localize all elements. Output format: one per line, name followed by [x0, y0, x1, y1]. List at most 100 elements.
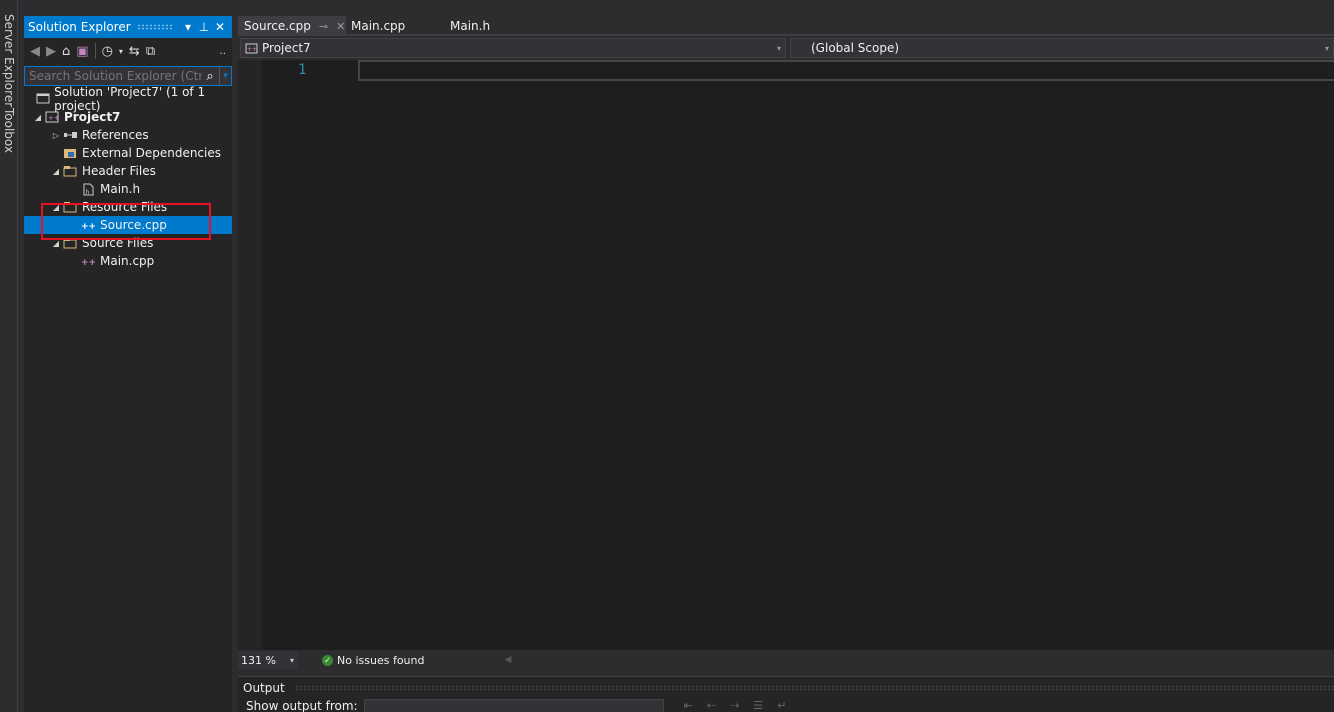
solution-explorer-title-bar: Solution Explorer ▾ ⊥ ✕: [24, 16, 232, 38]
show-output-from-label: Show output from:: [246, 699, 358, 712]
search-options-dropdown-icon[interactable]: ▾: [219, 67, 231, 85]
svg-text:++: ++: [81, 258, 95, 267]
toolbar-overflow-icon[interactable]: ‥: [219, 46, 226, 57]
output-source-dropdown[interactable]: [363, 699, 664, 712]
tree-item-main-cpp[interactable]: ++ Main.cpp: [24, 252, 232, 270]
svg-text:++: ++: [48, 114, 59, 122]
panel-title: Solution Explorer: [28, 20, 131, 34]
svg-text:h: h: [86, 189, 90, 196]
tree-item-source-cpp[interactable]: ++ Source.cpp: [24, 216, 232, 234]
editor-margin: [238, 60, 262, 650]
chevron-down-icon: ▾: [289, 655, 294, 665]
tab-main-h[interactable]: Main.h: [444, 16, 496, 36]
tree-item-label: References: [82, 128, 149, 142]
tab-label: Main.h: [450, 19, 491, 33]
checkmark-icon: ✓: [322, 654, 333, 666]
switch-views-icon[interactable]: ▣: [76, 44, 88, 59]
tree-item-label: Main.cpp: [100, 254, 155, 268]
tree-item-header-files[interactable]: ◢ Header Files: [24, 162, 232, 180]
search-box: ⌕ ▾: [24, 66, 232, 86]
tree-item-main-h[interactable]: h Main.h: [24, 180, 232, 198]
folder-filter-icon: [62, 164, 78, 178]
navigation-bar: ++ Project7 ▾ (Global Scope) ▾: [238, 38, 1334, 58]
code-editor[interactable]: 1: [238, 60, 1334, 650]
tab-source-cpp[interactable]: Source.cpp ⊸ ✕: [238, 16, 346, 36]
expanded-arrow-icon[interactable]: ◢: [50, 239, 62, 248]
close-icon[interactable]: ✕: [212, 20, 228, 34]
svg-text:++: ++: [81, 222, 95, 231]
zoom-value: 131 %: [241, 653, 276, 667]
tree-item-label: Source.cpp: [100, 218, 167, 232]
search-icon[interactable]: ⌕: [201, 69, 219, 84]
tree-item-resource-files[interactable]: ◢ Resource Files: [24, 198, 232, 216]
scroll-left-icon[interactable]: ◀: [504, 655, 511, 665]
toolbox-tab[interactable]: Toolbox: [2, 108, 16, 153]
pin-icon[interactable]: ⊸: [319, 20, 328, 33]
output-title-bar: Output: [238, 677, 1334, 699]
next-message-icon[interactable]: ⇢: [730, 699, 739, 712]
tree-item-label: External Dependencies: [82, 146, 222, 160]
tree-item-label: Header Files: [82, 164, 156, 178]
tree-item-external-dependencies[interactable]: External Dependencies: [24, 144, 232, 162]
drag-grip[interactable]: [294, 685, 1334, 691]
tree-item-label: Project7: [64, 110, 121, 124]
scope-dropdown[interactable]: (Global Scope) ▾: [790, 38, 1334, 58]
project-dropdown-value: Project7: [262, 41, 311, 55]
tab-main-cpp[interactable]: Main.cpp: [345, 16, 411, 36]
forward-icon[interactable]: ▶: [46, 44, 56, 59]
output-toolbar: Show output from: ⇤ ⇠ ⇢ ☰ ↵: [238, 699, 1334, 712]
tree-item-solution[interactable]: Solution 'Project7' (1 of 1 project): [24, 85, 232, 113]
home-icon[interactable]: ⌂: [62, 44, 70, 59]
cpp-project-icon: ++: [245, 43, 258, 54]
window-position-dropdown-icon[interactable]: ▾: [180, 20, 196, 34]
clear-all-icon[interactable]: ☰: [753, 699, 763, 712]
document-tab-well: Source.cpp ⊸ ✕ Main.cpp Main.h: [238, 16, 1334, 36]
zoom-dropdown[interactable]: 131 % ▾: [238, 651, 298, 669]
references-icon: [62, 128, 78, 142]
previous-message-icon[interactable]: ⇠: [707, 699, 716, 712]
project-dropdown[interactable]: ++ Project7 ▾: [240, 38, 786, 58]
issues-text: No issues found: [337, 653, 425, 667]
expanded-arrow-icon[interactable]: ◢: [50, 167, 62, 176]
expanded-arrow-icon[interactable]: ◢: [50, 203, 62, 212]
header-file-icon: h: [80, 182, 96, 196]
output-toolbar-icons: ⇤ ⇠ ⇢ ☰ ↵: [684, 699, 787, 712]
tree-item-project[interactable]: ◢ ++ Project7: [24, 108, 232, 126]
word-wrap-icon[interactable]: ↵: [777, 699, 786, 712]
chevron-down-icon: ▾: [1324, 43, 1329, 53]
pending-changes-filter-icon[interactable]: ◷: [102, 44, 113, 59]
solution-icon: [36, 92, 50, 106]
tree-item-references[interactable]: ▷ References: [24, 126, 232, 144]
tab-label: Main.cpp: [351, 19, 406, 33]
expanded-arrow-icon[interactable]: ◢: [32, 113, 44, 122]
find-message-icon[interactable]: ⇤: [684, 699, 693, 712]
scope-dropdown-value: (Global Scope): [811, 41, 900, 55]
folder-filter-icon: [62, 236, 78, 250]
drag-grip[interactable]: [136, 24, 174, 30]
collapse-all-icon[interactable]: ⧉: [146, 44, 155, 59]
tab-label: Source.cpp: [244, 19, 311, 33]
tree-item-source-files[interactable]: ◢ Source Files: [24, 234, 232, 252]
folder-filter-icon: [62, 200, 78, 214]
search-input[interactable]: [25, 67, 201, 85]
sync-with-active-document-icon[interactable]: ⇆: [129, 44, 140, 59]
collapsed-arrow-icon[interactable]: ▷: [50, 131, 62, 140]
tree-item-label: Resource Files: [82, 200, 168, 214]
output-panel: Output Show output from: ⇤ ⇠ ⇢ ☰ ↵: [238, 676, 1334, 712]
tree-item-label: Main.h: [100, 182, 141, 196]
auto-hide-pin-icon[interactable]: ⊥: [196, 20, 212, 34]
cpp-project-icon: ++: [44, 110, 60, 124]
tree-item-label: Source Files: [82, 236, 154, 250]
chevron-down-icon[interactable]: ▾: [119, 47, 123, 56]
back-icon[interactable]: ◀: [30, 44, 40, 59]
chevron-down-icon: ▾: [776, 43, 781, 53]
editor-status-bar: 131 % ▾ ✓ No issues found ◀: [238, 651, 1334, 669]
cpp-file-icon: ++: [80, 218, 96, 232]
issues-indicator[interactable]: ✓ No issues found: [322, 654, 424, 667]
solution-explorer-toolbar: ◀ ▶ ⌂ ▣ ◷ ▾ ⇆ ⧉ ‥: [24, 38, 232, 64]
line-number: 1: [298, 62, 307, 78]
solution-explorer-panel: Solution Explorer ▾ ⊥ ✕ ◀ ▶ ⌂ ▣ ◷ ▾ ⇆ ⧉ …: [24, 16, 232, 712]
server-explorer-tab[interactable]: Server Explorer: [2, 14, 16, 107]
side-tab-strip: Server Explorer Toolbox: [0, 0, 18, 712]
close-icon[interactable]: ✕: [336, 20, 345, 33]
